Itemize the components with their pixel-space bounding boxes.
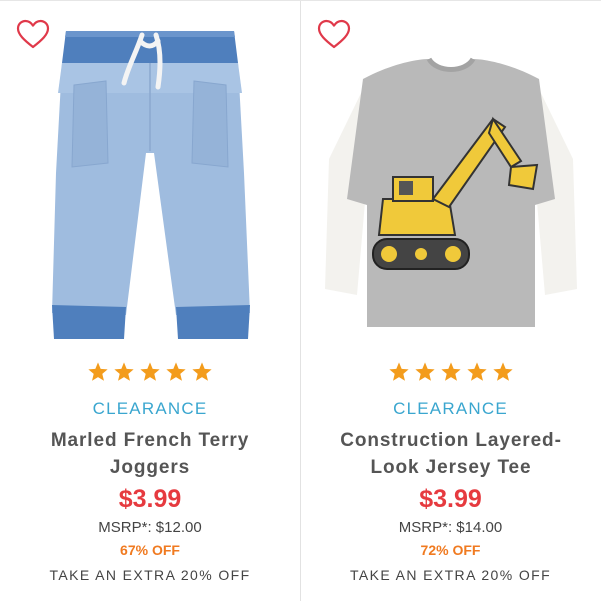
msrp-price: MSRP*: $14.00	[398, 519, 503, 536]
heart-outline-icon[interactable]	[317, 19, 351, 49]
star-icon	[440, 362, 461, 381]
star-rating	[0, 361, 300, 383]
star-icon	[88, 362, 108, 381]
star-icon	[414, 362, 435, 381]
sale-price: $3.99	[419, 485, 482, 513]
star-rating	[301, 361, 600, 383]
star-icon	[492, 362, 513, 381]
sale-price: $3.99	[118, 485, 182, 513]
product-card[interactable]: CLEARANCE Construction Layered-Look Jers…	[300, 1, 600, 601]
product-image-tee[interactable]	[323, 49, 579, 339]
product-image-joggers[interactable]	[44, 23, 256, 353]
star-icon	[166, 362, 186, 381]
product-grid: CLEARANCE Marled French Terry Joggers $3…	[0, 0, 601, 601]
promo-text: TAKE AN EXTRA 20% OFF	[49, 567, 251, 583]
star-icon	[466, 362, 487, 381]
product-card[interactable]: CLEARANCE Marled French Terry Joggers $3…	[0, 1, 300, 601]
msrp-price: MSRP*: $12.00	[98, 519, 202, 536]
star-icon	[140, 362, 160, 381]
clearance-label: CLEARANCE	[393, 399, 508, 418]
product-name-link[interactable]: Marled French Terry Joggers	[20, 427, 280, 481]
promo-text: TAKE AN EXTRA 20% OFF	[349, 567, 552, 583]
star-icon	[114, 362, 134, 381]
clearance-label: CLEARANCE	[92, 399, 208, 418]
product-name-link[interactable]: Construction Layered-Look Jersey Tee	[321, 427, 581, 481]
star-icon	[192, 362, 212, 381]
discount-percent: 67% OFF	[120, 542, 180, 558]
star-icon	[388, 362, 409, 381]
discount-percent: 72% OFF	[420, 542, 481, 558]
